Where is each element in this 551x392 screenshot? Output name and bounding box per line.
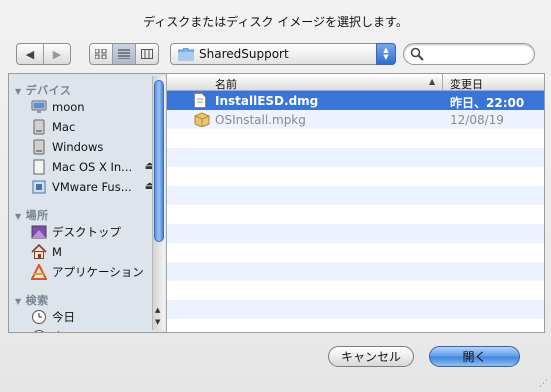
desktop-icon (31, 225, 47, 239)
list-view-button[interactable] (113, 44, 136, 64)
sidebar-item-today[interactable]: 今日 (31, 308, 151, 326)
scrollbar-thumb[interactable] (154, 80, 164, 242)
location-label: SharedSupport (199, 47, 289, 61)
column-view-button[interactable] (136, 44, 158, 64)
empty-row (167, 281, 544, 300)
toolbar: ◀ ▶ SharedSupport ▲ ▼ (16, 43, 541, 65)
empty-row (167, 148, 544, 167)
column-divider[interactable] (442, 74, 443, 90)
location-popup[interactable]: SharedSupport ▲ ▼ (170, 43, 396, 65)
scroll-up-icon[interactable]: ▲ (155, 306, 160, 314)
disclosure-triangle-icon: ▼ (15, 297, 22, 306)
sort-ascending-icon: ▲ (429, 77, 436, 86)
search-icon (410, 47, 424, 61)
scroll-down-icon[interactable]: ▼ (155, 318, 160, 326)
sidebar-item-windows[interactable]: Windows (31, 138, 151, 156)
back-button[interactable]: ◀ (17, 44, 44, 64)
file-name: OSInstall.mpkg (215, 113, 306, 127)
table-row[interactable]: InstallESD.dmg 昨日、22:00 (167, 91, 544, 110)
empty-row (167, 243, 544, 262)
column-header-name[interactable]: 名前 (215, 76, 237, 92)
file-rows: InstallESD.dmg 昨日、22:00 OSInstall.mpkg 1… (167, 91, 544, 332)
file-list: 名前 ▲ 変更日 InstallESD.dmg 昨日、22:00 OSInsta… (167, 74, 544, 332)
dmg-file-icon (194, 93, 206, 108)
column-header-date[interactable]: 変更日 (450, 76, 483, 92)
sidebar-section-places[interactable]: ▼ 場所 (15, 207, 49, 223)
sidebar-item-mac[interactable]: Mac (31, 118, 151, 136)
sidebar-scrollbar[interactable]: ▲ ▼ (152, 76, 165, 330)
empty-row (167, 300, 544, 319)
sidebar-item-moon[interactable]: moon (31, 98, 151, 116)
list-header: 名前 ▲ 変更日 (167, 74, 544, 91)
nav-segment: ◀ ▶ (16, 43, 71, 65)
open-button[interactable]: 開く (429, 346, 520, 367)
view-segment (89, 43, 159, 65)
icon-view-button[interactable] (90, 44, 113, 64)
clock-icon (32, 310, 46, 324)
forward-arrow-icon: ▶ (52, 47, 62, 61)
disclosure-triangle-icon: ▼ (15, 212, 22, 221)
imac-icon (31, 100, 47, 113)
home-icon (31, 244, 47, 259)
sidebar-item-yesterday[interactable]: 昨日 (31, 328, 151, 332)
sidebar-section-search[interactable]: ▼ 検索 (15, 292, 49, 308)
forward-button[interactable]: ▶ (44, 44, 70, 64)
list-view-icon (118, 49, 130, 59)
dialog-prompt: ディスクまたはディスク イメージを選択します。 (143, 15, 408, 29)
sidebar-item-desktop[interactable]: デスクトップ (31, 223, 151, 241)
resize-grip-icon[interactable]: ⋰ (539, 379, 548, 389)
empty-row (167, 205, 544, 224)
column-view-icon (141, 49, 153, 59)
sidebar-item-vmware-fusion[interactable]: VMware Fus... ⏏ (31, 178, 155, 196)
file-date: 12/08/19 (450, 113, 504, 127)
empty-row (167, 224, 544, 243)
file-browser: ▼ デバイス moon Mac Windows Mac OS X In... ⏏ … (8, 73, 545, 333)
drive-icon (33, 119, 45, 135)
table-row[interactable]: OSInstall.mpkg 12/08/19 (167, 110, 544, 129)
clock-icon (34, 330, 44, 332)
disclosure-triangle-icon: ▼ (15, 87, 22, 96)
applications-icon (31, 264, 47, 280)
package-icon (194, 112, 210, 127)
empty-row (167, 186, 544, 205)
disk-image-icon (32, 180, 46, 194)
file-date: 昨日、22:00 (450, 96, 525, 110)
empty-row (167, 167, 544, 186)
file-name: InstallESD.dmg (215, 94, 319, 108)
disk-image-icon (33, 159, 45, 175)
drive-icon (33, 139, 45, 155)
back-arrow-icon: ◀ (25, 47, 35, 61)
sidebar: ▼ デバイス moon Mac Windows Mac OS X In... ⏏ … (9, 74, 167, 332)
search-field[interactable] (403, 43, 535, 65)
popup-arrows-icon: ▲ ▼ (376, 43, 396, 65)
icon-view-icon (95, 49, 107, 59)
sidebar-item-applications[interactable]: アプリケーション (31, 263, 151, 281)
empty-row (167, 319, 544, 332)
folder-icon (178, 48, 194, 61)
open-dialog: ディスクまたはディスク イメージを選択します。 ◀ ▶ SharedSuppor… (0, 0, 551, 392)
sidebar-item-mac-os-x-install[interactable]: Mac OS X In... ⏏ (31, 158, 155, 176)
sidebar-item-home[interactable]: M (31, 243, 151, 261)
empty-row (167, 262, 544, 281)
sidebar-section-devices[interactable]: ▼ デバイス (15, 82, 71, 98)
empty-row (167, 129, 544, 148)
cancel-button[interactable]: キャンセル (328, 346, 414, 367)
